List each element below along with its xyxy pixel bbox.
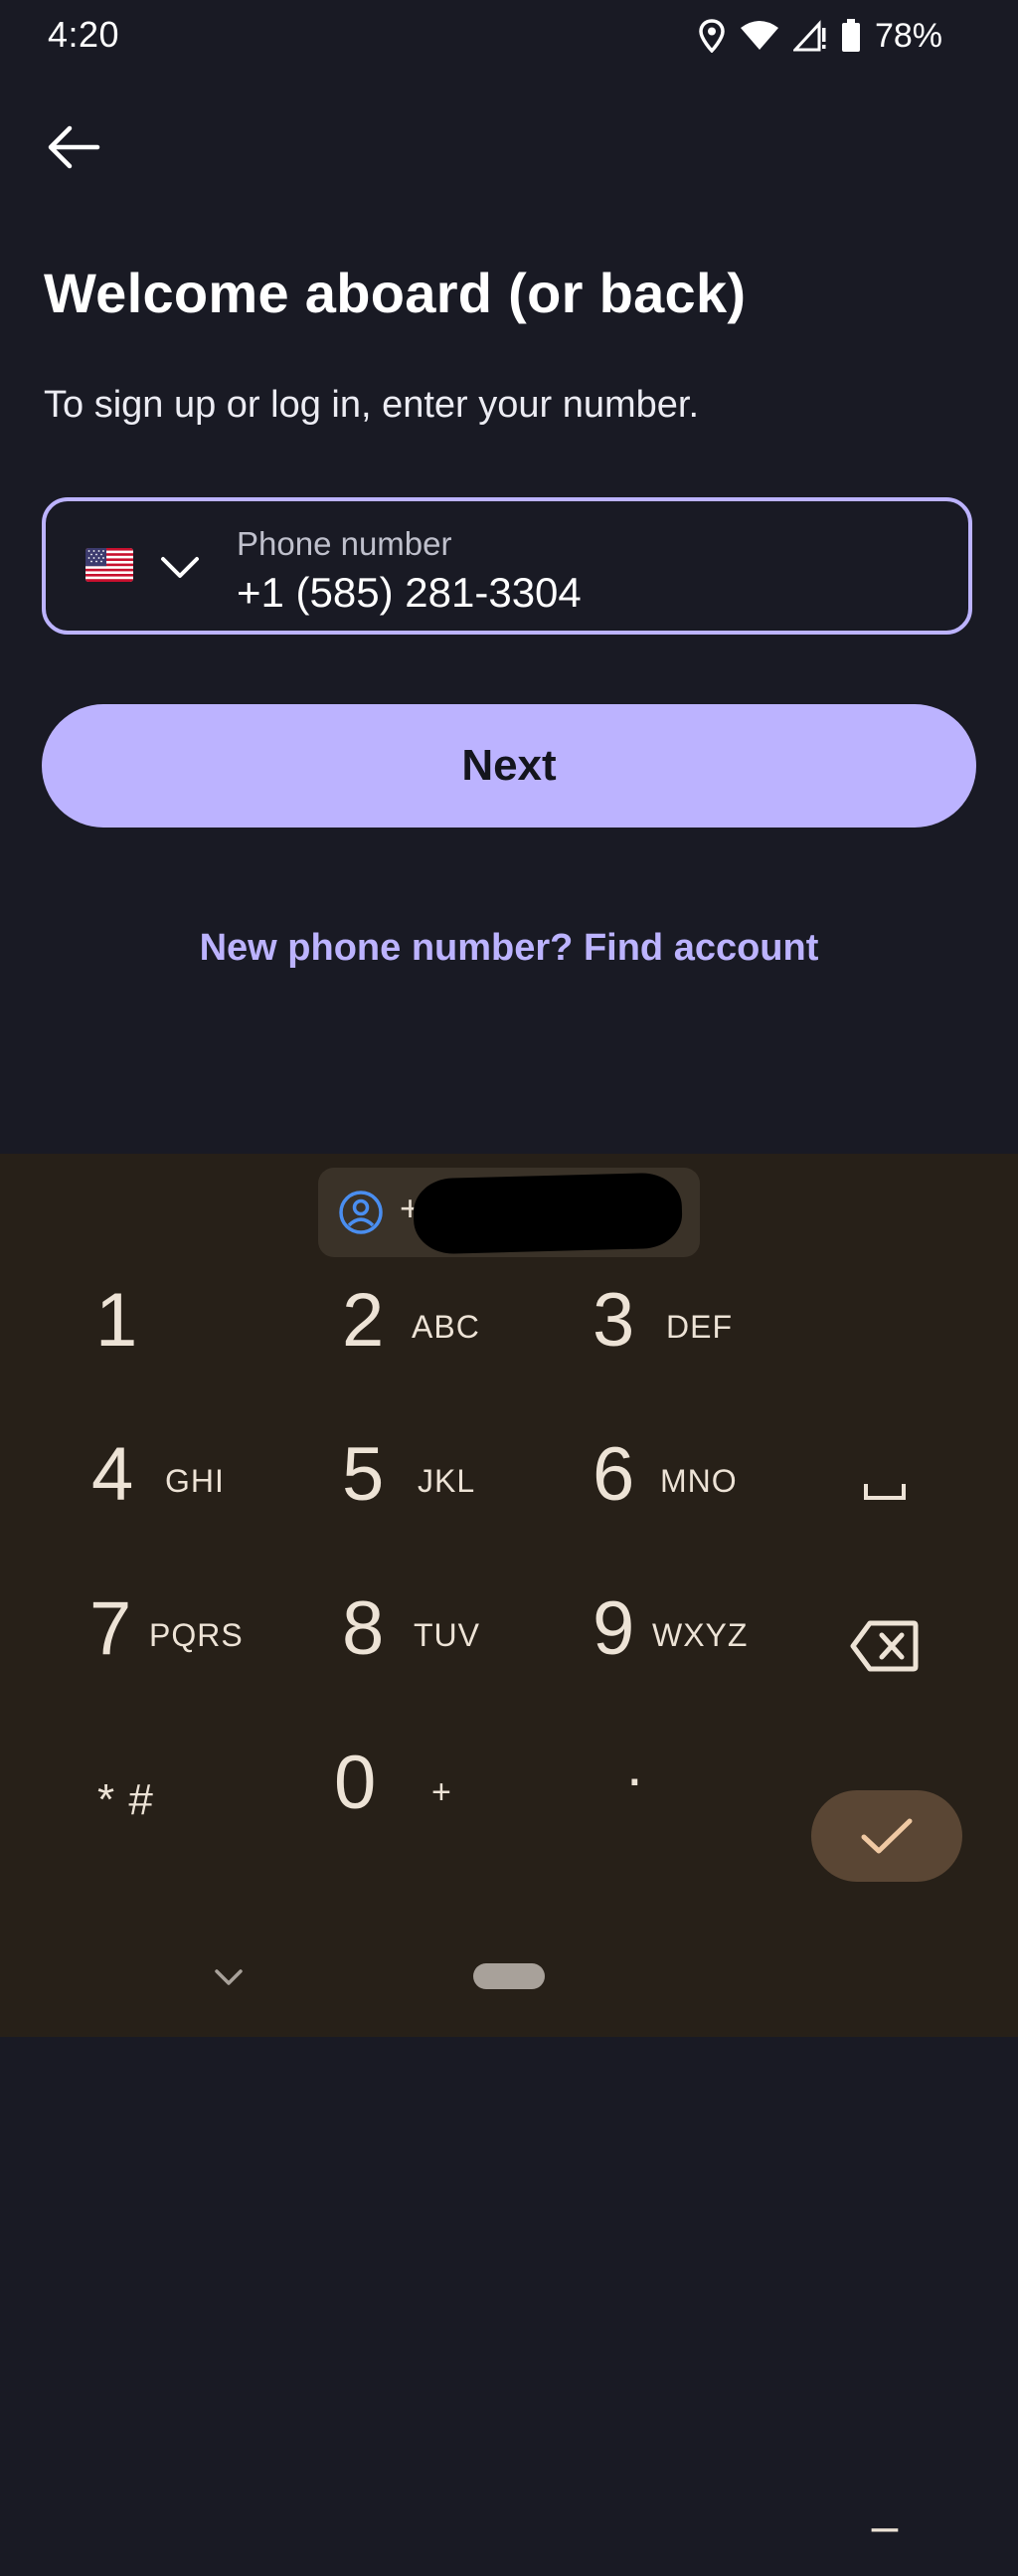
keyboard-collapse-button[interactable] (207, 1959, 251, 1995)
key-digit: 0 (334, 1741, 377, 1825)
page-title: Welcome aboard (or back) (44, 262, 747, 324)
key-4[interactable]: 4 GHI (60, 1417, 308, 1566)
key-letters: PQRS (149, 1617, 244, 1653)
key-letters: WXYZ (652, 1617, 749, 1653)
key-digit: 8 (342, 1586, 385, 1671)
key-6[interactable]: 6 MNO (557, 1417, 805, 1566)
key-8[interactable]: 8 TUV (308, 1571, 557, 1721)
key-letters: DEF (666, 1309, 733, 1345)
phone-field-label: Phone number (237, 525, 452, 562)
wifi-icon (740, 21, 778, 50)
back-button[interactable] (44, 117, 103, 177)
battery-percent: 78% (874, 16, 942, 55)
redacted-number (413, 1172, 683, 1255)
gesture-nav-handle[interactable] (473, 1963, 545, 1989)
page-subtitle: To sign up or log in, enter your number. (44, 384, 700, 426)
key-digit: 4 (91, 1432, 134, 1517)
key-1[interactable]: 1 (60, 1263, 308, 1412)
symbols-label: * # (97, 1775, 154, 1824)
contact-suggestion-chip[interactable]: + (318, 1168, 700, 1257)
key-digit: 6 (593, 1432, 635, 1517)
key-letters: MNO (660, 1463, 738, 1499)
dash-label: – (871, 2499, 899, 2553)
key-0[interactable]: 0 + (308, 1726, 557, 1875)
battery-icon (841, 19, 860, 52)
chevron-down-icon (215, 1969, 243, 1985)
key-letters: + (431, 1773, 452, 1811)
backspace-key[interactable] (835, 1596, 934, 1696)
status-time: 4:20 (48, 14, 120, 55)
backspace-icon (850, 1620, 919, 1672)
cell-signal-icon (792, 20, 826, 52)
symbols-key[interactable]: * # (60, 1726, 308, 1875)
period-key[interactable]: . (557, 1726, 805, 1875)
key-digit: 5 (342, 1432, 385, 1517)
phone-number-field[interactable]: Phone number +1 (585) 281-3304 (42, 497, 972, 635)
period-label: . (626, 1732, 643, 1798)
contact-icon (339, 1191, 383, 1234)
space-icon (864, 1484, 906, 1500)
key-digit: 3 (593, 1278, 635, 1363)
key-2[interactable]: 2 ABC (308, 1263, 557, 1412)
numeric-keyboard: + 1 2 ABC 3 DEF – 4 GHI 5 JKL 6 MNO 7 PQ… (0, 1154, 1018, 2553)
location-icon (699, 19, 725, 53)
space-key[interactable] (845, 1417, 925, 1566)
key-letters: ABC (412, 1309, 480, 1345)
key-digit: 7 (89, 1586, 132, 1671)
arrow-left-icon (48, 125, 100, 169)
key-digit: 2 (342, 1278, 385, 1363)
dash-key[interactable]: – (825, 2477, 944, 2576)
status-icons: 78% (698, 16, 942, 56)
done-key[interactable] (811, 1790, 962, 1882)
key-digit: 9 (593, 1586, 635, 1671)
key-letters: TUV (414, 1617, 480, 1653)
key-9[interactable]: 9 WXYZ (557, 1571, 805, 1721)
key-3[interactable]: 3 DEF (557, 1263, 805, 1412)
next-button[interactable]: Next (42, 704, 976, 828)
find-account-link[interactable]: New phone number? Find account (0, 927, 1018, 970)
key-letters: GHI (165, 1463, 225, 1499)
us-flag-icon (85, 548, 133, 582)
phone-field-value[interactable]: +1 (585) 281-3304 (237, 569, 582, 617)
country-selector[interactable] (155, 543, 205, 593)
key-digit: 1 (95, 1278, 138, 1363)
key-7[interactable]: 7 PQRS (60, 1571, 308, 1721)
checkmark-icon (861, 1818, 913, 1854)
chevron-down-icon (161, 557, 199, 578)
key-5[interactable]: 5 JKL (308, 1417, 557, 1566)
key-letters: JKL (418, 1463, 476, 1499)
